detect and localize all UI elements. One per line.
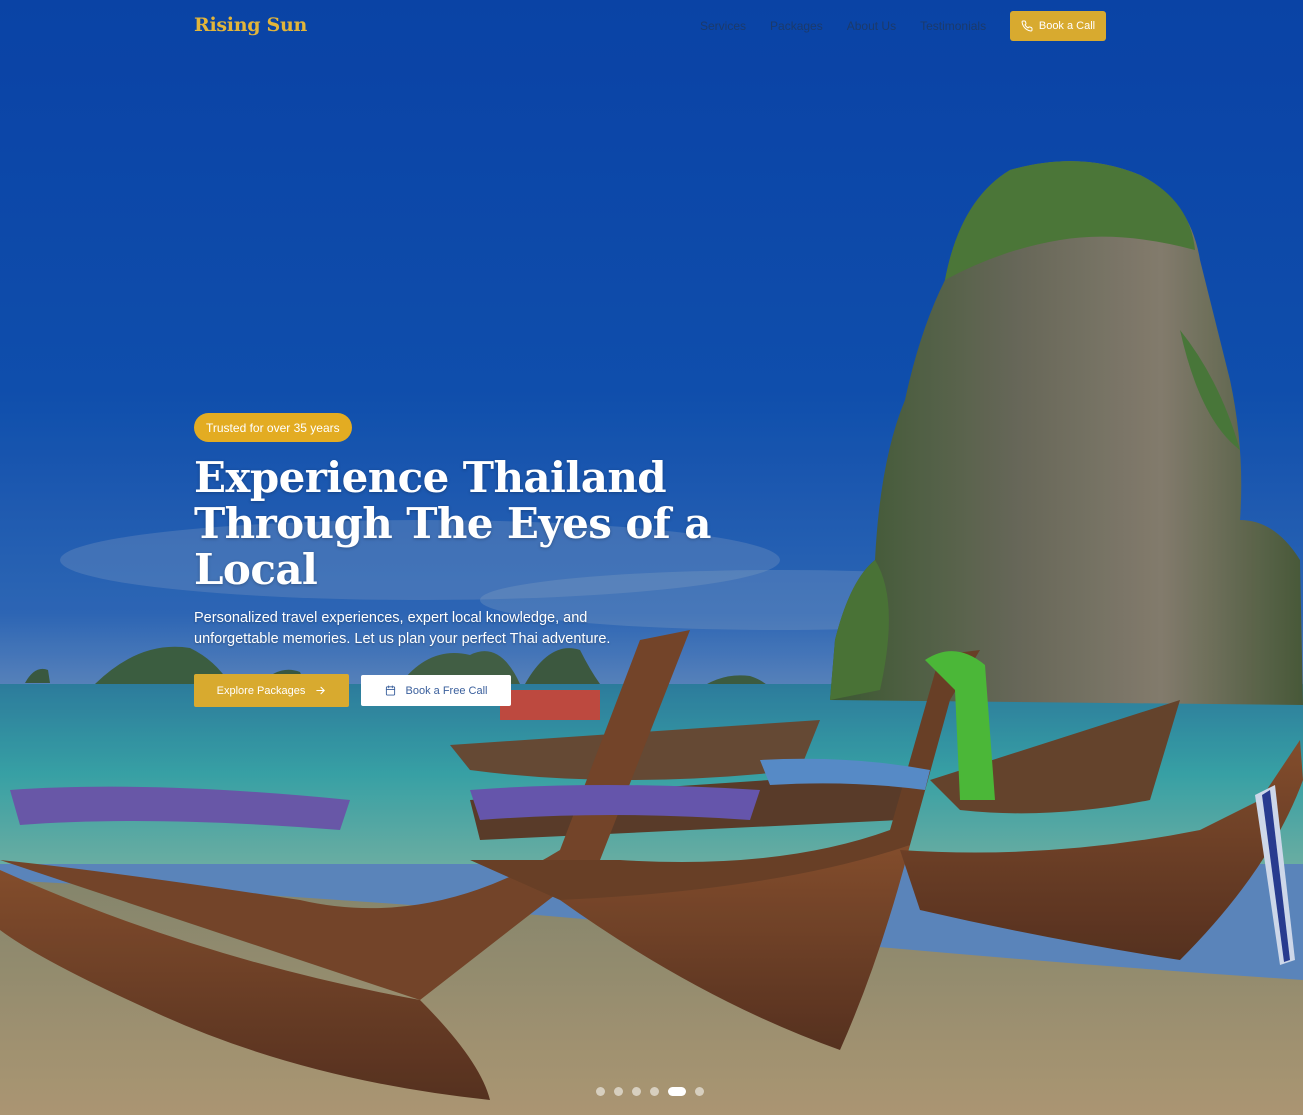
nav-link-testimonials[interactable]: Testimonials xyxy=(920,18,986,34)
explore-packages-label: Explore Packages xyxy=(216,684,306,697)
headline-line-2: Through The Eyes of a xyxy=(194,499,711,548)
nav-link-services[interactable]: Services xyxy=(700,18,746,34)
slide-dot-1[interactable] xyxy=(596,1087,605,1096)
slide-indicators xyxy=(596,1087,704,1096)
nav-link-packages[interactable]: Packages xyxy=(770,18,823,34)
book-a-call-button[interactable]: Book a Call xyxy=(1010,11,1106,41)
headline-line-3: Local xyxy=(194,545,318,594)
slide-dot-5[interactable] xyxy=(668,1087,686,1096)
phone-icon xyxy=(1021,20,1033,32)
slide-dot-3[interactable] xyxy=(632,1087,641,1096)
book-free-call-label: Book a Free Call xyxy=(405,684,488,697)
explore-packages-button[interactable]: Explore Packages xyxy=(194,674,349,707)
hero-section: Rising Sun Services Packages About Us Te… xyxy=(0,0,1303,1115)
hero-headline: Experience Thailand Through The Eyes of … xyxy=(194,455,714,593)
book-a-call-label: Book a Call xyxy=(1038,20,1096,32)
book-free-call-button[interactable]: Book a Free Call xyxy=(361,675,511,706)
nav-links: Services Packages About Us Testimonials xyxy=(700,18,1010,34)
top-navigation: Rising Sun Services Packages About Us Te… xyxy=(0,0,1303,56)
headline-line-1: Experience Thailand xyxy=(194,453,667,502)
trust-badge: Trusted for over 35 years xyxy=(194,413,352,442)
slide-dot-6[interactable] xyxy=(695,1087,704,1096)
arrow-right-icon xyxy=(316,686,326,695)
hero-subtext: Personalized travel experiences, expert … xyxy=(194,610,611,647)
brand-logo[interactable]: Rising Sun xyxy=(194,14,307,36)
nav-link-about-us[interactable]: About Us xyxy=(847,18,896,34)
slide-dot-4[interactable] xyxy=(650,1087,659,1096)
slide-dot-2[interactable] xyxy=(614,1087,623,1096)
calendar-icon xyxy=(385,685,395,696)
